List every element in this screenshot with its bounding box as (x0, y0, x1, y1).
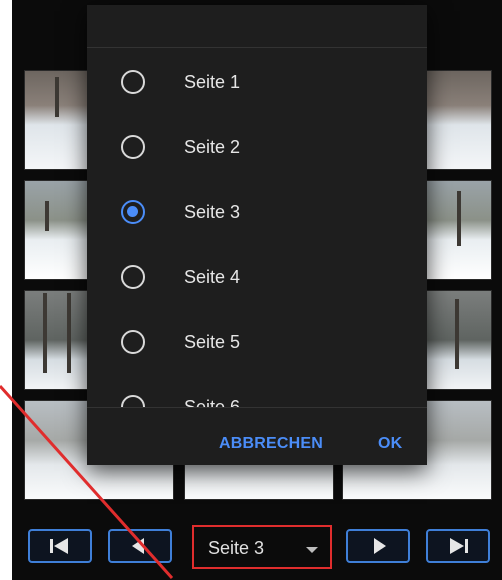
option-seite-3[interactable]: Seite 3 (87, 180, 427, 244)
chevron-down-icon (306, 547, 318, 553)
radio-unchecked-icon[interactable] (121, 70, 145, 94)
skip-to-first-icon (50, 538, 68, 554)
option-label: Seite 3 (184, 202, 241, 222)
photo-thumbnail[interactable] (426, 290, 492, 390)
option-label: Seite 6 (184, 397, 241, 407)
page-select-value: Seite 3 (208, 538, 265, 558)
gallery-screen: Seite 3 Seite 1 Seite 2 Seite 3 Seite 4 … (12, 0, 502, 580)
photo-thumbnail[interactable] (426, 70, 492, 170)
option-label: Seite 4 (184, 267, 241, 287)
previous-page-button[interactable] (108, 529, 172, 563)
option-label: Seite 2 (184, 137, 241, 157)
previous-icon (132, 538, 144, 554)
radio-unchecked-icon[interactable] (121, 135, 145, 159)
photo-thumbnail[interactable] (24, 70, 96, 170)
option-seite-4[interactable]: Seite 4 (87, 245, 427, 309)
dialog-divider (87, 407, 427, 408)
page-select-dialog: Seite 1 Seite 2 Seite 3 Seite 4 Seite 5 … (87, 5, 427, 465)
page-select[interactable]: Seite 3 (192, 525, 332, 569)
option-seite-5[interactable]: Seite 5 (87, 310, 427, 374)
next-page-button[interactable] (346, 529, 410, 563)
ok-button[interactable]: OK (378, 435, 402, 453)
photo-thumbnail[interactable] (426, 180, 492, 280)
option-label: Seite 5 (184, 332, 241, 352)
option-seite-6[interactable]: Seite 6 (87, 375, 427, 407)
photo-thumbnail[interactable] (24, 180, 96, 280)
first-page-button[interactable] (28, 529, 92, 563)
cancel-button[interactable]: ABBRECHEN (219, 435, 323, 453)
photo-thumbnail[interactable] (24, 290, 96, 390)
option-seite-1[interactable]: Seite 1 (87, 50, 427, 114)
dialog-header (87, 5, 427, 48)
option-seite-2[interactable]: Seite 2 (87, 115, 427, 179)
radio-checked-icon[interactable] (121, 200, 145, 224)
radio-unchecked-icon[interactable] (121, 395, 145, 407)
last-page-button[interactable] (426, 529, 490, 563)
option-label: Seite 1 (184, 72, 241, 92)
next-icon (374, 538, 386, 554)
radio-unchecked-icon[interactable] (121, 330, 145, 354)
radio-unchecked-icon[interactable] (121, 265, 145, 289)
options-list: Seite 1 Seite 2 Seite 3 Seite 4 Seite 5 … (87, 47, 427, 407)
skip-to-last-icon (450, 538, 468, 554)
